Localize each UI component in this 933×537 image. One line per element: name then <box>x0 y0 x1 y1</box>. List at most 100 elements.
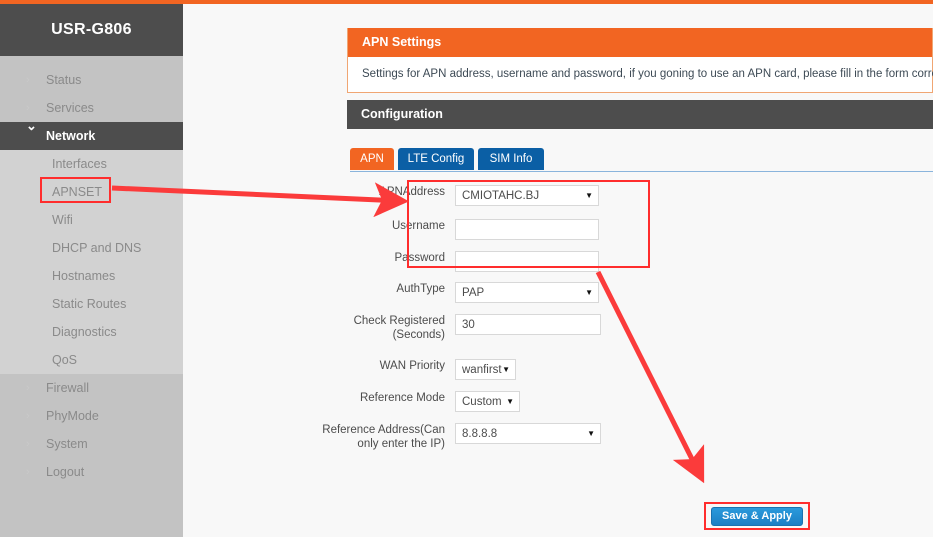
chevron-right-icon: › <box>26 101 30 114</box>
reference-mode-value: Custom <box>462 395 502 408</box>
tab-sim-info[interactable]: SIM Info <box>478 148 544 170</box>
sidebar-item-interfaces[interactable]: Interfaces <box>0 150 183 178</box>
chevron-right-icon: › <box>26 381 30 394</box>
form-row-username: Username <box>183 219 599 240</box>
auth-type-value: PAP <box>462 286 485 299</box>
reference-address-select[interactable]: 8.8.8.8 ▼ <box>455 423 601 444</box>
apn-settings-title: APN Settings <box>348 28 932 57</box>
page-root: USR-G806 › Status › Services ⌄ Network Interfa… <box>0 0 933 537</box>
sidebar-subgroup-network: Interfaces APNSET Wifi DHCP and DNS Hostname… <box>0 150 183 374</box>
check-registered-control <box>455 314 601 335</box>
reference-mode-label: Reference Mode <box>359 392 445 404</box>
sidebar-item-hostnames[interactable]: Hostnames <box>0 262 183 290</box>
sidebar-item-apnset[interactable]: APNSET <box>0 178 183 206</box>
password-control <box>455 251 599 272</box>
form-row-auth-type: AuthType PAP ▼ <box>183 282 599 303</box>
wan-priority-control: wanfirst ▼ <box>455 359 516 380</box>
apn-address-label: APNAddress <box>379 186 445 198</box>
sidebar-item-label: Logout <box>46 465 85 479</box>
sidebar-item-network[interactable]: ⌄ Network <box>0 118 183 150</box>
sidebar-item-label: Hostnames <box>52 269 116 283</box>
sidebar-item-label: Status <box>46 73 82 87</box>
sidebar-item-label: APNSET <box>52 185 103 199</box>
apn-address-value: CMIOTAHC.BJ <box>462 189 540 202</box>
save-button-highlight-box: Save & Apply <box>704 502 810 530</box>
sidebar-item-label: Firewall <box>46 381 90 395</box>
chevron-down-icon: ▼ <box>585 287 593 297</box>
sidebar-item-diagnostics[interactable]: Diagnostics <box>0 318 183 346</box>
chevron-right-icon: › <box>26 437 30 450</box>
tab-lte-config[interactable]: LTE Config <box>398 148 474 170</box>
tab-underline <box>350 171 933 172</box>
sidebar-item-firewall[interactable]: › Firewall <box>0 374 183 402</box>
reference-address-label-line1: Reference Address(Can <box>322 424 445 436</box>
check-registered-label-line2: (Seconds) <box>392 329 445 342</box>
sidebar-item-logout[interactable]: › Logout <box>0 458 183 486</box>
tab-label: APN <box>360 153 384 165</box>
auth-type-control: PAP ▼ <box>455 282 599 303</box>
tab-label: SIM Info <box>489 153 533 165</box>
reference-mode-control: Custom ▼ <box>455 391 520 412</box>
sidebar: USR-G806 › Status › Services ⌄ Network Interfa… <box>0 4 183 537</box>
apn-settings-description: Settings for APN address, username and p… <box>362 68 933 80</box>
sidebar-item-status[interactable]: › Status <box>0 66 183 94</box>
apn-address-control: CMIOTAHC.BJ ▼ <box>455 185 599 206</box>
form-row-reference-address: Reference Address(Can only enter the IP)… <box>183 423 601 452</box>
sidebar-item-static-routes[interactable]: Static Routes <box>0 290 183 318</box>
sidebar-item-dhcp-and-dns[interactable]: DHCP and DNS <box>0 234 183 262</box>
tab-bar: APN LTE Config SIM Info <box>350 148 933 172</box>
password-input[interactable] <box>455 251 599 272</box>
form-row-wan-priority: WAN Priority wanfirst ▼ <box>183 359 516 380</box>
sidebar-item-qos[interactable]: QoS <box>0 346 183 374</box>
reference-address-label: Reference Address(Can only enter the IP) <box>183 423 455 452</box>
configuration-title: Configuration <box>347 100 933 129</box>
form-row-apn-address: APNAddress CMIOTAHC.BJ ▼ <box>183 185 599 206</box>
auth-type-select[interactable]: PAP ▼ <box>455 282 599 303</box>
username-label: Username <box>391 220 445 232</box>
username-control <box>455 219 599 240</box>
sidebar-nav: › Status › Services ⌄ Network Interfaces APNSET… <box>0 56 183 486</box>
auth-type-label: AuthType <box>396 283 445 295</box>
chevron-down-icon: ▼ <box>506 396 514 406</box>
main-content: APN Settings Settings for APN address, u… <box>183 4 933 537</box>
sidebar-item-phymode[interactable]: › PhyMode <box>0 402 183 430</box>
check-registered-label: Check Registered (Seconds) <box>183 314 455 343</box>
reference-address-label-line2: only enter the IP) <box>357 438 445 451</box>
form-row-reference-mode: Reference Mode Custom ▼ <box>183 391 520 412</box>
sidebar-item-label: Services <box>46 101 94 115</box>
wan-priority-label: WAN Priority <box>379 360 445 372</box>
check-registered-label-line1: Check Registered <box>353 315 445 327</box>
chevron-down-icon: ⌄ <box>26 118 37 133</box>
sidebar-item-label: DHCP and DNS <box>52 241 142 255</box>
sidebar-item-label: Network <box>46 129 96 143</box>
tab-label: LTE Config <box>407 153 465 165</box>
form-row-password: Password <box>183 251 599 272</box>
sidebar-item-wifi[interactable]: Wifi <box>0 206 183 234</box>
wan-priority-select[interactable]: wanfirst ▼ <box>455 359 516 380</box>
password-label: Password <box>394 252 446 264</box>
chevron-down-icon: ▼ <box>585 190 593 200</box>
sidebar-item-label: QoS <box>52 353 78 367</box>
chevron-down-icon: ▼ <box>587 428 595 438</box>
apn-settings-panel: APN Settings Settings for APN address, u… <box>347 28 933 93</box>
username-input[interactable] <box>455 219 599 240</box>
sidebar-item-label: System <box>46 437 88 451</box>
wan-priority-value: wanfirst <box>462 363 502 376</box>
sidebar-item-system[interactable]: › System <box>0 430 183 458</box>
sidebar-item-label: Diagnostics <box>52 325 117 339</box>
tab-apn[interactable]: APN <box>350 148 394 170</box>
form-row-check-registered: Check Registered (Seconds) <box>183 314 601 343</box>
brand-title: USR-G806 <box>0 4 183 56</box>
sidebar-item-label: Static Routes <box>52 297 127 311</box>
reference-address-control: 8.8.8.8 ▼ <box>455 423 601 444</box>
sidebar-item-label: PhyMode <box>46 409 99 423</box>
check-registered-input[interactable] <box>455 314 601 335</box>
save-button[interactable]: Save & Apply <box>711 506 803 526</box>
chevron-right-icon: › <box>26 409 30 422</box>
reference-address-value: 8.8.8.8 <box>462 427 498 440</box>
reference-mode-select[interactable]: Custom ▼ <box>455 391 520 412</box>
sidebar-item-label: Wifi <box>52 213 73 227</box>
chevron-right-icon: › <box>26 465 30 478</box>
chevron-right-icon: › <box>26 73 30 86</box>
apn-address-select[interactable]: CMIOTAHC.BJ ▼ <box>455 185 599 206</box>
